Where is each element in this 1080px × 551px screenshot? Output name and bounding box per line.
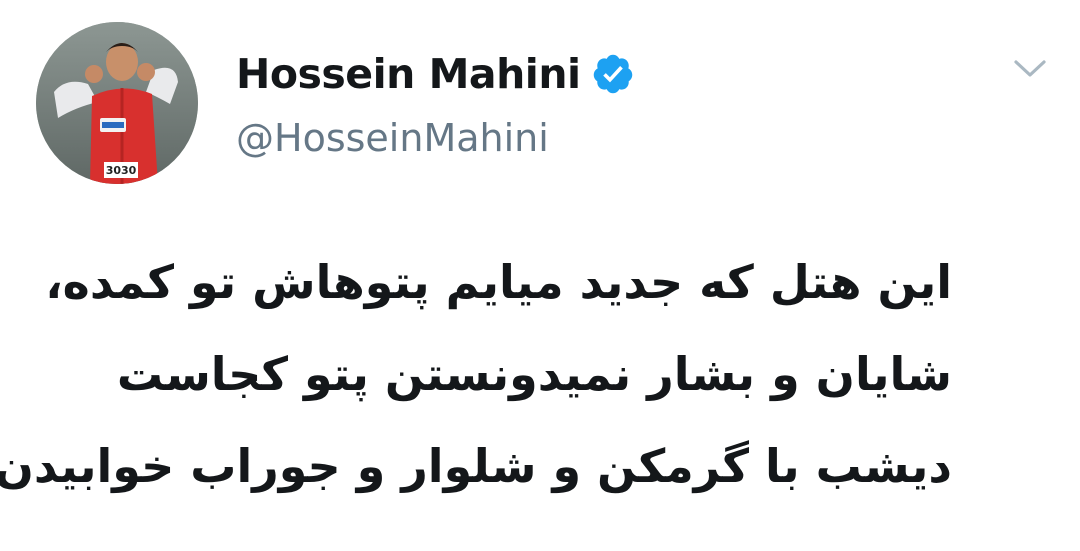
chevron-down-icon[interactable] (1010, 54, 1050, 82)
tweet-line-2: شایان و بشار نمیدونستن پتو کجاست (116, 347, 952, 401)
tweet-line-3: دیشب با گرمکن و شلوار و جوراب خوابیدن (0, 439, 952, 493)
tweet-line-1: این هتل که جدید میایم پتوهاش تو کمده، (45, 255, 952, 309)
tweet-text: این هتل که جدید میایم پتوهاش تو کمده، شا… (0, 236, 952, 512)
display-name[interactable]: Hossein Mahini (236, 50, 581, 98)
author-name-row: Hossein Mahini (236, 44, 635, 104)
user-handle[interactable]: @HosseinMahini (236, 116, 549, 160)
avatar[interactable]: 3030 (36, 22, 198, 184)
avatar-photo: 3030 (36, 22, 198, 184)
tweet-card: 3030 Hossein Mahini @HosseinMahini این ه… (0, 0, 1080, 551)
verified-badge-icon (591, 52, 635, 96)
jersey-number: 3030 (106, 164, 137, 177)
